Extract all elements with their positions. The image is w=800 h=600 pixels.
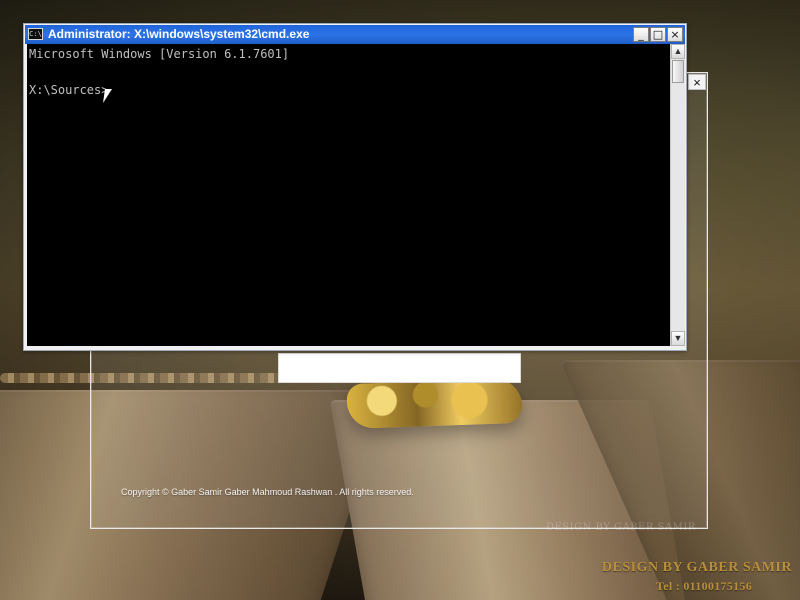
scroll-thumb[interactable]	[672, 60, 684, 83]
window-controls: _ □ ×	[633, 27, 683, 42]
maximize-button[interactable]: □	[650, 27, 666, 42]
terminal-prompt: X:\Sources>	[29, 83, 109, 97]
window-title: Administrator: X:\windows\system32\cmd.e…	[48, 27, 310, 41]
designer-watermark: DESIGN BY GABER SAMIR Tel : 01100175156	[602, 560, 792, 594]
close-button[interactable]: ×	[667, 27, 683, 42]
copyright-text: Copyright © Gaber Samir Gaber Mahmoud Ra…	[121, 487, 414, 497]
background-close-button[interactable]: ×	[688, 74, 706, 90]
watermark-phone: Tel : 01100175156	[656, 579, 752, 593]
scroll-up-button[interactable]: ▲	[671, 44, 685, 59]
close-icon: ×	[670, 28, 680, 41]
faded-signature-text: DESIGN BY GABER SAMIR	[546, 522, 696, 533]
terminal-output[interactable]: Microsoft Windows [Version 6.1.7601] X:\…	[27, 44, 670, 346]
scroll-down-button[interactable]: ▼	[671, 331, 685, 346]
command-prompt-titlebar[interactable]: C:\ Administrator: X:\windows\system32\c…	[25, 25, 685, 44]
mouse-pointer-icon	[103, 89, 119, 103]
scroll-up-icon: ▲	[673, 46, 683, 56]
minimize-button[interactable]: _	[633, 27, 649, 42]
background-text-field[interactable]	[278, 353, 521, 383]
maximize-icon: □	[652, 28, 664, 41]
watermark-title: DESIGN BY GABER SAMIR	[601, 560, 792, 575]
scroll-down-icon: ▼	[673, 333, 683, 343]
command-prompt-window[interactable]: C:\ Administrator: X:\windows\system32\c…	[23, 23, 687, 351]
minimize-icon: _	[638, 28, 644, 41]
vertical-scrollbar[interactable]: ▲ ▼	[670, 44, 685, 346]
terminal-line-version: Microsoft Windows [Version 6.1.7601]	[29, 47, 290, 61]
command-prompt-icon: C:\	[28, 28, 43, 40]
close-icon: ×	[693, 75, 701, 90]
